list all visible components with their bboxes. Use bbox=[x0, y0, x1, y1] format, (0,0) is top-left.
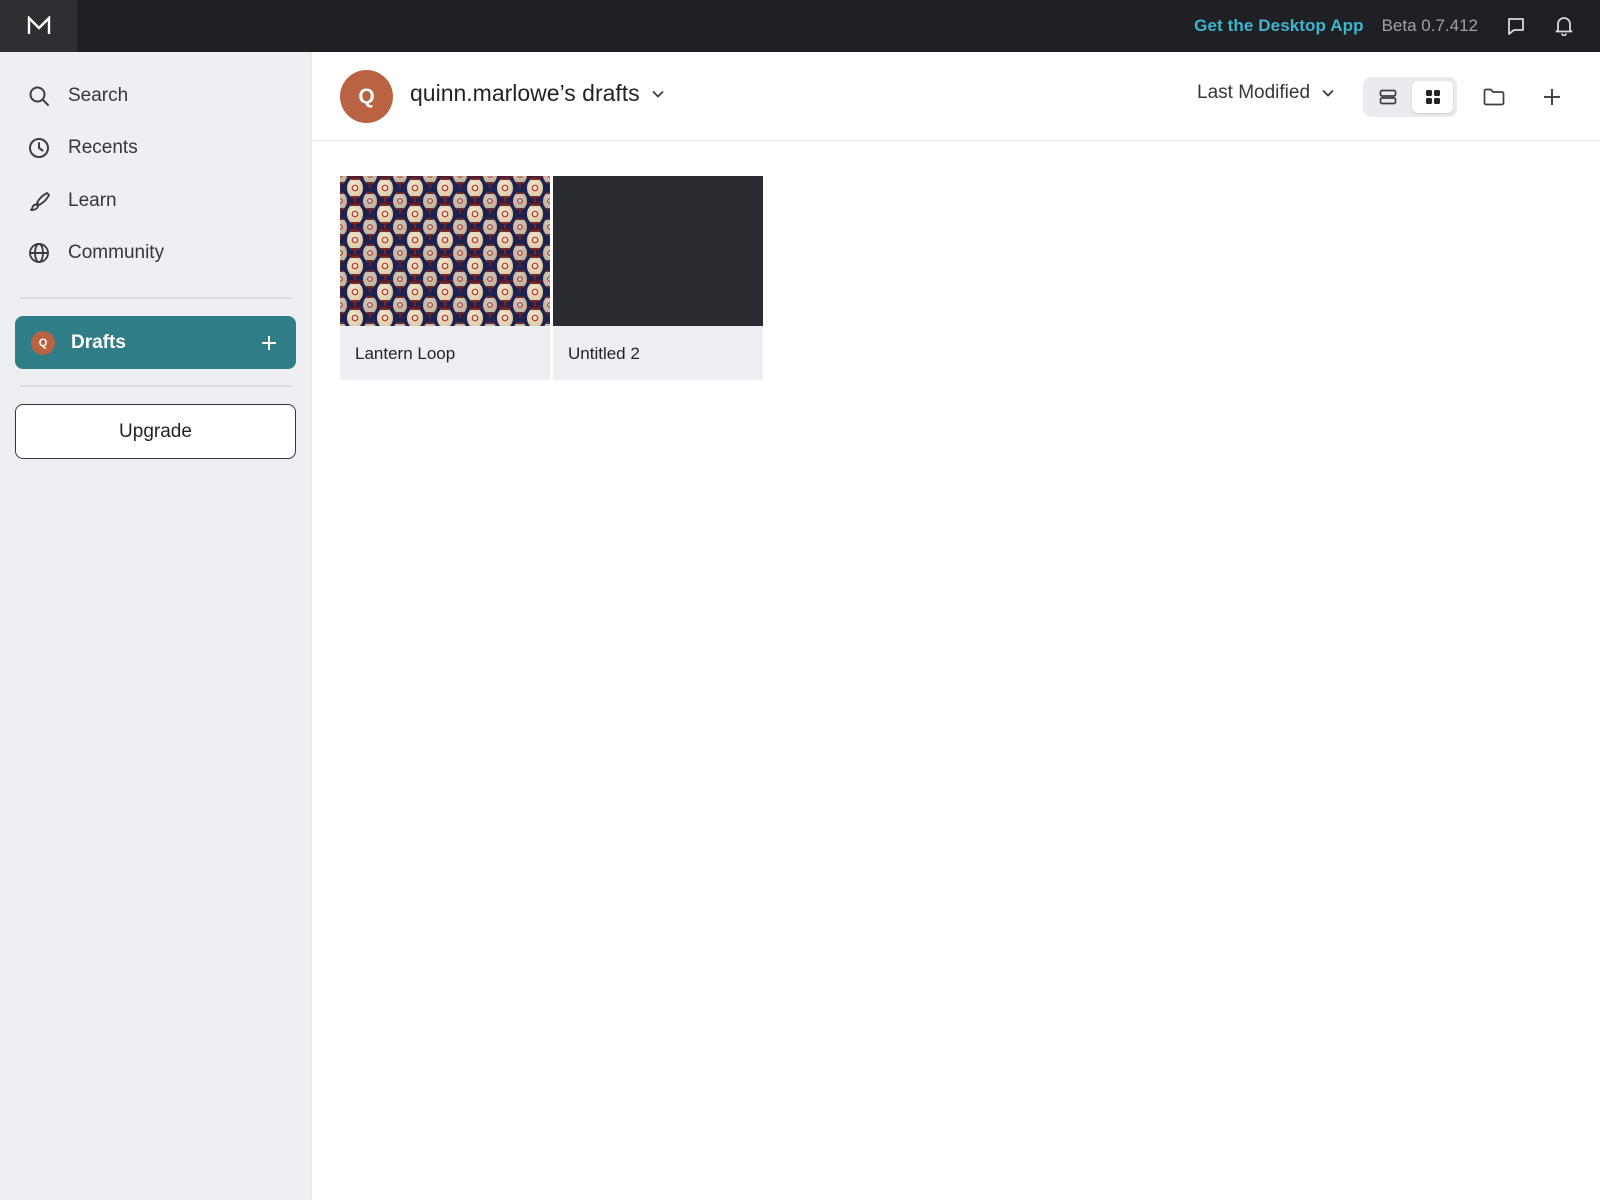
sidebar-item-community[interactable]: Community bbox=[26, 235, 286, 271]
upgrade-button[interactable]: Upgrade bbox=[15, 404, 296, 459]
feedback-chat-icon[interactable] bbox=[1504, 14, 1528, 38]
list-view-icon[interactable] bbox=[1367, 81, 1408, 113]
new-file-plus-icon[interactable] bbox=[1538, 83, 1566, 111]
file-name: Lantern Loop bbox=[355, 344, 456, 363]
lanterns-thumbnail bbox=[340, 176, 550, 326]
grid-view-icon[interactable] bbox=[1412, 81, 1453, 113]
sidebar-item-label: Search bbox=[68, 85, 129, 106]
sidebar-item-drafts[interactable]: Q Drafts bbox=[15, 316, 296, 369]
notifications-bell-icon[interactable] bbox=[1552, 14, 1576, 38]
sidebar-item-label: Learn bbox=[68, 190, 117, 211]
file-card[interactable]: Lantern Loop bbox=[340, 176, 550, 380]
logo-m-icon bbox=[27, 16, 50, 34]
workspace-switcher[interactable]: quinn.marlowe’s drafts bbox=[410, 80, 664, 107]
page-title: quinn.marlowe’s drafts bbox=[410, 80, 640, 106]
sidebar-item-label: Community bbox=[68, 242, 165, 263]
app-logo[interactable] bbox=[0, 0, 77, 52]
chevron-down-icon bbox=[1322, 89, 1334, 97]
sidebar-item-search[interactable]: Search bbox=[26, 78, 286, 114]
file-card[interactable]: Untitled 2 bbox=[553, 176, 763, 380]
chevron-down-icon bbox=[652, 90, 664, 98]
sort-label: Last Modified bbox=[1197, 82, 1311, 103]
blank-thumbnail bbox=[553, 176, 763, 326]
view-mode-toggle bbox=[1363, 77, 1457, 117]
sidebar-divider bbox=[20, 297, 291, 299]
sidebar-item-recents[interactable]: Recents bbox=[26, 130, 286, 166]
sidebar-item-learn[interactable]: Learn bbox=[26, 183, 286, 219]
clock-icon bbox=[26, 135, 52, 161]
version-label: Beta 0.7.412 bbox=[1381, 16, 1478, 35]
new-folder-icon[interactable] bbox=[1480, 83, 1508, 111]
sidebar-item-label: Drafts bbox=[71, 331, 126, 353]
globe-icon bbox=[26, 240, 52, 266]
avatar: Q bbox=[340, 70, 393, 123]
avatar: Q bbox=[31, 330, 55, 355]
brush-icon bbox=[26, 188, 52, 214]
add-draft-plus-icon[interactable] bbox=[258, 332, 280, 354]
main-header: Q quinn.marlowe’s drafts Last Modified bbox=[313, 52, 1600, 141]
sidebar-divider bbox=[20, 385, 291, 387]
sidebar-item-label: Recents bbox=[68, 137, 138, 158]
top-bar: Get the Desktop App Beta 0.7.412 bbox=[0, 0, 1600, 52]
get-desktop-app-link[interactable]: Get the Desktop App bbox=[1194, 16, 1363, 36]
sort-dropdown[interactable]: Last Modified bbox=[1197, 82, 1334, 104]
search-icon bbox=[26, 83, 52, 109]
sidebar: Search Recents Learn Community Q Drafts … bbox=[0, 52, 312, 1200]
file-name: Untitled 2 bbox=[568, 344, 640, 363]
